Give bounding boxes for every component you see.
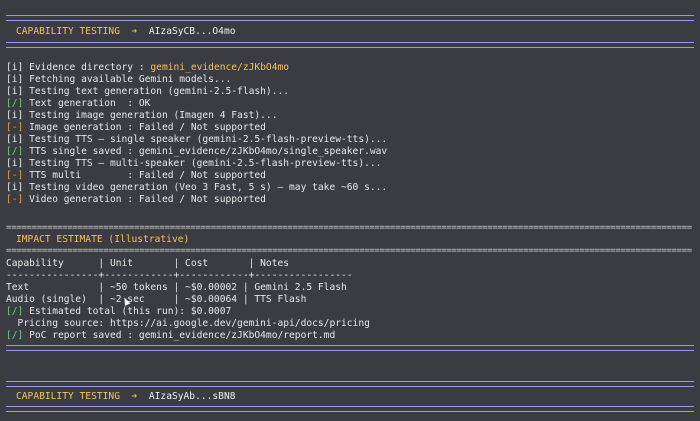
header-rule-bottom [6,406,694,412]
estimated-total: [/] Estimated total (this run): $0.0007 [6,306,232,317]
report-saved: [/] PoC report saved : gemini_evidence/z… [6,330,336,341]
log-line: [i] Testing TTS – single speaker (gemini… [6,134,388,145]
api-key: AIzaSyCB...O4mo [148,26,236,37]
log-line: [-] Video generation : Failed / Not supp… [6,194,266,205]
header-rule-bottom [6,42,694,48]
log-line: [/] TTS single saved : gemini_evidence/z… [6,146,388,157]
header-rule-top [6,15,694,21]
log-line: [i] Testing video generation (Veo 3 Fast… [6,182,388,193]
footer-rule [6,345,694,351]
section-header: CAPABILITY TESTING ➔ AIzaSyAb...sBN8 [16,391,700,403]
terminal-window[interactable]: CAPABILITY TESTING ➔ AIzaSyCB...O4mo [i]… [0,0,700,421]
table-row: Text | ~50 tokens | ~$0.00002 | Gemini 2… [6,282,347,293]
log-line: [i] Testing TTS – multi-speaker (gemini-… [6,158,382,169]
equals-rule: ========================================… [6,247,692,255]
log-line: [i] Testing image generation (Imagen 4 F… [6,110,278,121]
arrow-icon: ➔ [131,391,138,402]
log-line: [-] TTS multi : Failed / Not supported [6,170,266,181]
section-title: CAPABILITY TESTING [16,26,120,37]
pricing-source: Pricing source: https://ai.google.dev/ge… [6,318,370,329]
log-line: [i] Testing text generation (gemini-2.5-… [6,86,290,97]
equals-rule: ========================================… [6,224,692,232]
table-divider: ----------------+------------+----------… [6,270,353,281]
impact-title: IMPACT ESTIMATE (Illustrative) [16,234,190,245]
section-title: CAPABILITY TESTING [16,391,120,402]
section-header: CAPABILITY TESTING ➔ AIzaSyCB...O4mo [16,26,700,38]
log-line: [-] Image generation : Failed / Not supp… [6,122,266,133]
table-row: Audio (single) | ~2 sec | ~$0.00064 | TT… [6,294,307,305]
header-rule-top [6,381,694,387]
table-header: Capability | Unit | Cost | Notes [6,258,290,269]
log-line: [i] Evidence directory : gemini_evidence… [6,62,290,73]
log-line: [i] Fetching available Gemini models... [6,74,232,85]
log-line: [/] Text generation : OK [6,98,151,109]
arrow-icon: ➔ [131,26,138,37]
api-key: AIzaSyAb...sBN8 [148,391,236,402]
